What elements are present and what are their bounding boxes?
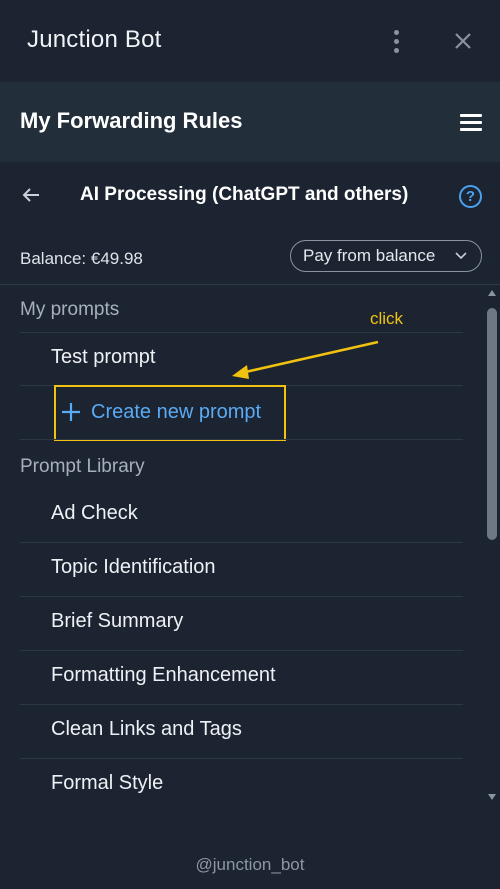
annotation-arrow-icon	[232, 340, 379, 379]
payment-method-select[interactable]: Pay from balance	[290, 240, 482, 272]
divider	[20, 704, 463, 705]
prompt-item-test[interactable]: Test prompt	[51, 346, 155, 369]
hamburger-menu-icon[interactable]	[460, 110, 484, 134]
plus-icon	[62, 403, 80, 421]
chevron-down-icon	[455, 252, 467, 260]
page-title: My Forwarding Rules	[20, 108, 243, 133]
create-new-prompt-label: Create new prompt	[91, 400, 262, 423]
kebab-menu-icon[interactable]	[386, 26, 406, 56]
library-item-formatting-enhancement[interactable]: Formatting Enhancement	[51, 664, 276, 687]
library-item-formal-style[interactable]: Formal Style	[51, 772, 163, 795]
balance-label: Balance: €49.98	[20, 249, 143, 268]
title-bar: Junction Bot	[0, 0, 500, 82]
divider	[20, 332, 463, 333]
app-title: Junction Bot	[27, 26, 162, 53]
divider	[20, 650, 463, 651]
divider	[0, 284, 500, 285]
page-header: My Forwarding Rules	[0, 82, 500, 162]
divider	[20, 758, 463, 759]
scroll-up-arrow-icon[interactable]	[488, 290, 496, 296]
click-annotation: click	[370, 309, 404, 328]
scrollbar[interactable]	[484, 286, 500, 806]
footer-handle: @junction_bot	[195, 855, 305, 874]
my-prompts-heading: My prompts	[20, 299, 120, 320]
prompt-library-heading: Prompt Library	[20, 456, 145, 477]
scrollbar-thumb[interactable]	[487, 308, 497, 540]
balance-row: Balance: €49.98 Pay from balance	[0, 228, 500, 284]
library-item-topic-identification[interactable]: Topic Identification	[51, 556, 216, 579]
payment-method-value: Pay from balance	[303, 246, 436, 265]
section-header: AI Processing (ChatGPT and others) ?	[0, 162, 500, 228]
library-item-clean-links-and-tags[interactable]: Clean Links and Tags	[51, 718, 242, 741]
create-new-prompt-button[interactable]: Create new prompt	[60, 397, 261, 427]
divider	[20, 542, 463, 543]
library-item-brief-summary[interactable]: Brief Summary	[51, 610, 183, 633]
library-item-ad-check[interactable]: Ad Check	[51, 502, 138, 525]
section-title: AI Processing (ChatGPT and others)	[80, 184, 409, 205]
help-icon[interactable]: ?	[459, 185, 482, 208]
arrow-left-icon[interactable]	[20, 184, 42, 206]
close-icon[interactable]	[450, 28, 476, 54]
divider	[20, 596, 463, 597]
divider	[20, 439, 463, 440]
scroll-down-arrow-icon[interactable]	[488, 794, 496, 800]
